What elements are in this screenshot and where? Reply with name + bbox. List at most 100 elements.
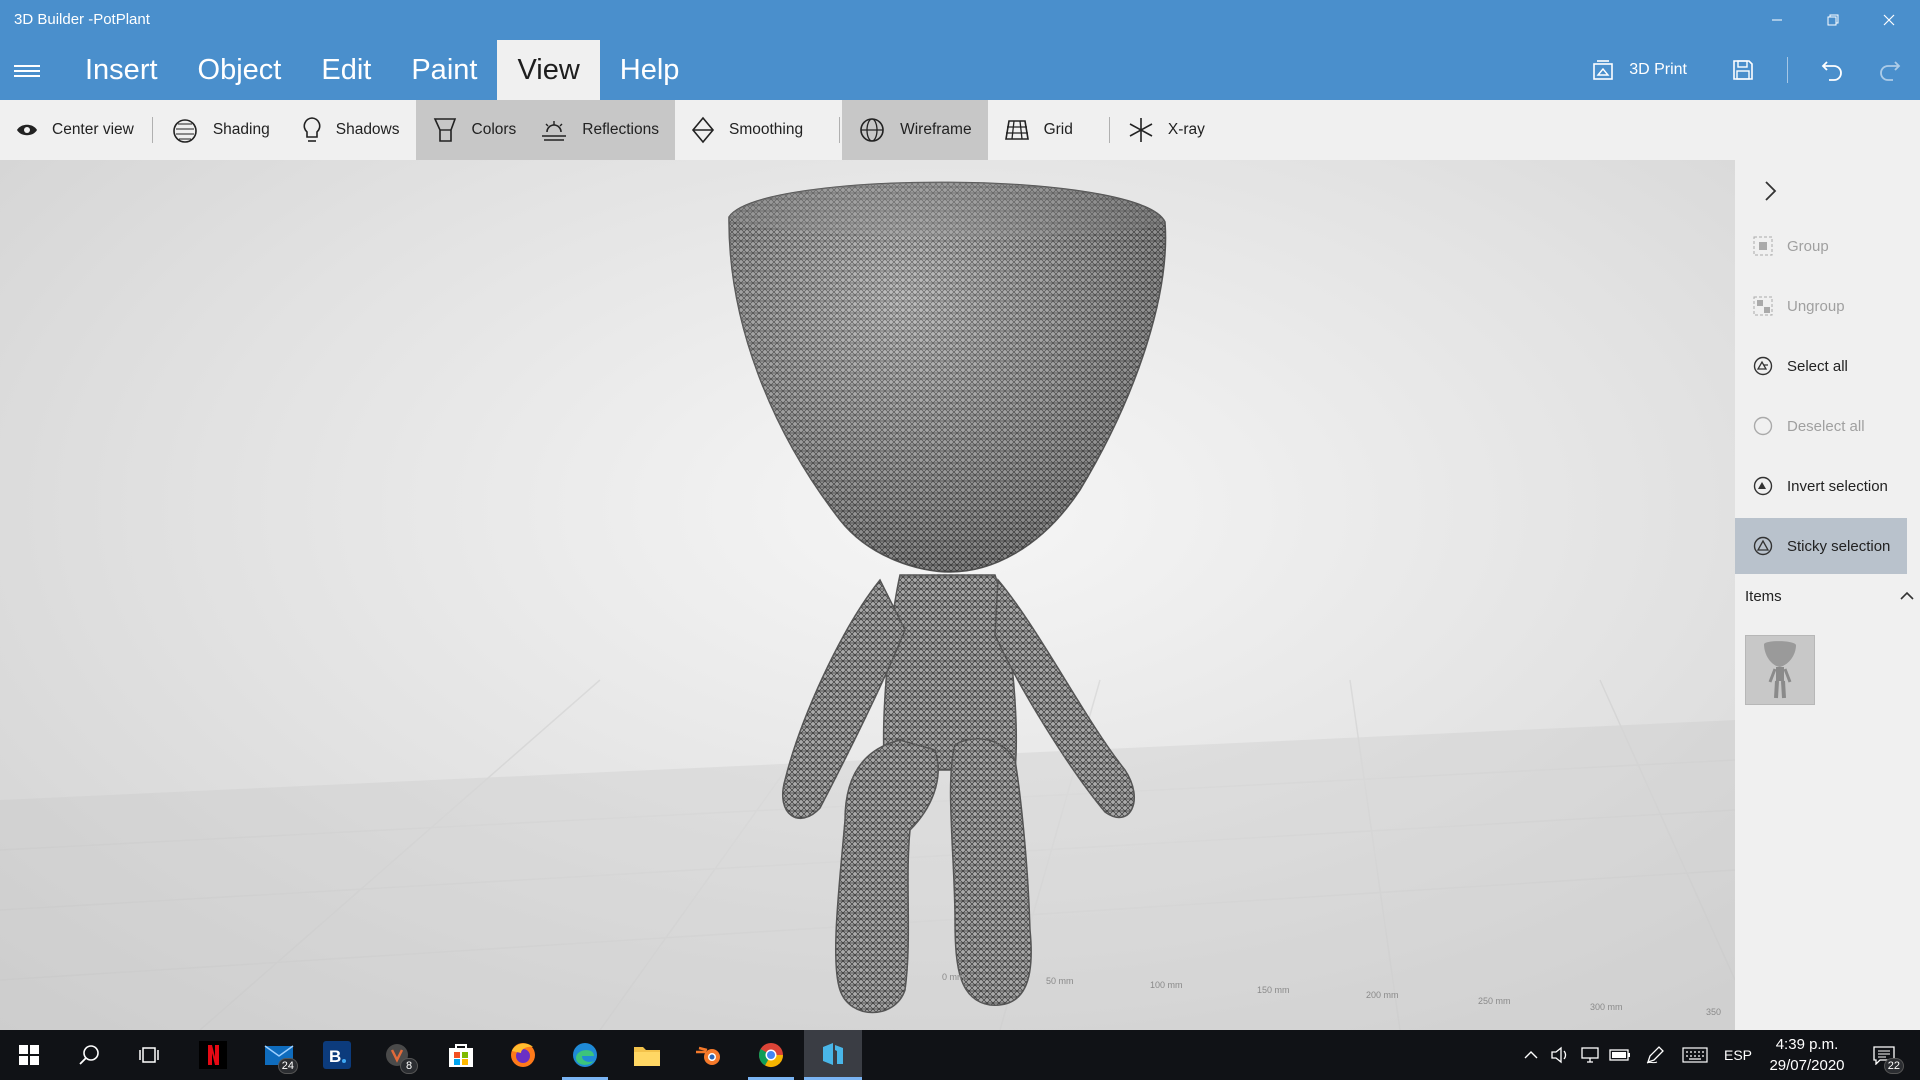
center-view-button[interactable]: Center view	[0, 100, 150, 160]
close-button[interactable]	[1866, 6, 1912, 34]
network-button[interactable]	[1576, 1030, 1604, 1080]
language-indicator[interactable]: ESP	[1718, 1030, 1758, 1080]
ruler-tick-200: 200 mm	[1366, 990, 1399, 1000]
app-8-button[interactable]: 8	[370, 1030, 428, 1080]
group-button[interactable]: Group	[1735, 218, 1907, 274]
reflections-label: Reflections	[582, 121, 659, 138]
sticky-selection-button[interactable]: Sticky selection	[1735, 518, 1907, 574]
blender-icon	[696, 1046, 720, 1065]
deselect-all-button[interactable]: Deselect all	[1735, 398, 1907, 454]
ruler-tick-100: 100 mm	[1150, 980, 1183, 990]
smoothing-label: Smoothing	[728, 121, 804, 138]
firefox-button[interactable]	[494, 1030, 552, 1080]
items-label: Items	[1745, 588, 1782, 605]
mail-button[interactable]: 24	[250, 1030, 308, 1080]
items-header[interactable]: Items	[1745, 588, 1915, 605]
group-icon	[1753, 236, 1773, 256]
select-all-button[interactable]: Select all	[1735, 338, 1907, 394]
volume-button[interactable]	[1546, 1030, 1574, 1080]
save-button[interactable]	[1721, 48, 1765, 92]
action-center-button[interactable]: 22	[1862, 1030, 1906, 1080]
xray-button[interactable]: X-ray	[1112, 100, 1221, 160]
touch-keyboard-button[interactable]	[1678, 1030, 1712, 1080]
menu-help[interactable]: Help	[600, 40, 700, 100]
reflection-icon	[542, 121, 567, 141]
booking-icon: B	[323, 1041, 351, 1069]
search-button[interactable]	[60, 1030, 118, 1080]
colors-button[interactable]: Colors	[415, 100, 529, 160]
wireframe-button[interactable]: Wireframe	[842, 100, 988, 160]
volume-icon	[1551, 1046, 1567, 1064]
hamburger-menu-button[interactable]	[14, 62, 40, 80]
chevron-up-icon[interactable]	[1899, 588, 1915, 604]
netflix-button[interactable]	[184, 1030, 242, 1080]
pen-icon	[1646, 1046, 1664, 1064]
grid-button[interactable]: Grid	[988, 100, 1089, 160]
chevron-right-icon[interactable]	[1755, 176, 1785, 206]
view-ribbon: Center view Shading Shadows Colors Refle…	[0, 100, 1920, 160]
network-icon	[1581, 1047, 1599, 1063]
group-label: Group	[1787, 237, 1829, 255]
undo-button[interactable]	[1810, 48, 1854, 92]
tray-overflow-button[interactable]	[1518, 1030, 1544, 1080]
store-icon	[449, 1044, 473, 1067]
shading-icon	[173, 119, 197, 143]
clock-date: 29/07/2020	[1769, 1057, 1845, 1074]
center-view-label: Center view	[52, 121, 134, 138]
save-icon	[1733, 60, 1753, 80]
file-explorer-button[interactable]	[618, 1030, 676, 1080]
3d-viewport[interactable]: 0 mm 50 mm 100 mm 150 mm 200 mm 250 mm 3…	[0, 160, 1735, 1030]
mail-badge: 24	[277, 1058, 298, 1074]
grid-icon	[1004, 120, 1029, 140]
ungroup-button[interactable]: Ungroup	[1735, 278, 1907, 334]
shadows-button[interactable]: Shadows	[286, 100, 416, 160]
restore-button[interactable]	[1810, 6, 1856, 34]
item-thumbnail[interactable]	[1745, 635, 1815, 705]
file-explorer-icon	[634, 1047, 660, 1066]
menu-paint[interactable]: Paint	[391, 40, 497, 100]
windows-taskbar: 24 B 8 ESP 4:39 p.m. 29/07/2020 22	[0, 1030, 1920, 1080]
window-title: 3D Builder -PotPlant	[14, 11, 150, 28]
app-8-badge: 8	[400, 1058, 418, 1074]
wireframe-label: Wireframe	[900, 121, 972, 138]
3d-print-button[interactable]: 3D Print	[1577, 58, 1701, 82]
invert-selection-label: Invert selection	[1787, 477, 1888, 495]
clock-time: 4:39 p.m.	[1775, 1036, 1839, 1053]
blender-button[interactable]	[680, 1030, 738, 1080]
edge-button[interactable]	[556, 1030, 614, 1080]
shading-button[interactable]: Shading	[155, 100, 286, 160]
booking-button[interactable]: B	[308, 1030, 366, 1080]
smoothing-button[interactable]: Smoothing	[675, 100, 819, 160]
3d-builder-button[interactable]	[804, 1030, 862, 1080]
menu-edit[interactable]: Edit	[301, 40, 391, 100]
netflix-icon	[199, 1041, 227, 1069]
potplant-thumbnail-icon	[1764, 641, 1796, 699]
chevron-up-icon	[1524, 1051, 1538, 1059]
menu-object[interactable]: Object	[178, 40, 302, 100]
ruler-tick-250: 250 mm	[1478, 996, 1511, 1006]
battery-button[interactable]	[1606, 1030, 1634, 1080]
store-button[interactable]	[432, 1030, 490, 1080]
reflections-button[interactable]: Reflections	[528, 100, 675, 160]
quick-tools: 3D Print	[1577, 40, 1920, 100]
minimize-button[interactable]	[1754, 6, 1800, 34]
minimize-icon	[1772, 19, 1782, 21]
eye-icon	[17, 124, 37, 136]
invert-selection-button[interactable]: Invert selection	[1735, 458, 1907, 514]
pen-workspace-button[interactable]	[1640, 1030, 1670, 1080]
firefox-icon	[511, 1043, 535, 1067]
task-view-button[interactable]	[120, 1030, 178, 1080]
clock[interactable]: 4:39 p.m. 29/07/2020	[1760, 1034, 1854, 1076]
chrome-button[interactable]	[742, 1030, 800, 1080]
redo-button[interactable]	[1868, 48, 1912, 92]
start-button[interactable]	[0, 1030, 58, 1080]
ruler-tick-0: 0 mm	[942, 972, 965, 982]
globe-icon	[860, 118, 884, 142]
deselect-all-label: Deselect all	[1787, 417, 1865, 435]
title-bar: 3D Builder -PotPlant Insert Object Edit …	[0, 0, 1920, 100]
menu-insert[interactable]: Insert	[65, 40, 178, 100]
chrome-icon	[758, 1043, 783, 1068]
menu-view[interactable]: View	[497, 40, 600, 100]
print-3d-icon	[1593, 60, 1614, 80]
svg-text:B: B	[329, 1047, 341, 1066]
